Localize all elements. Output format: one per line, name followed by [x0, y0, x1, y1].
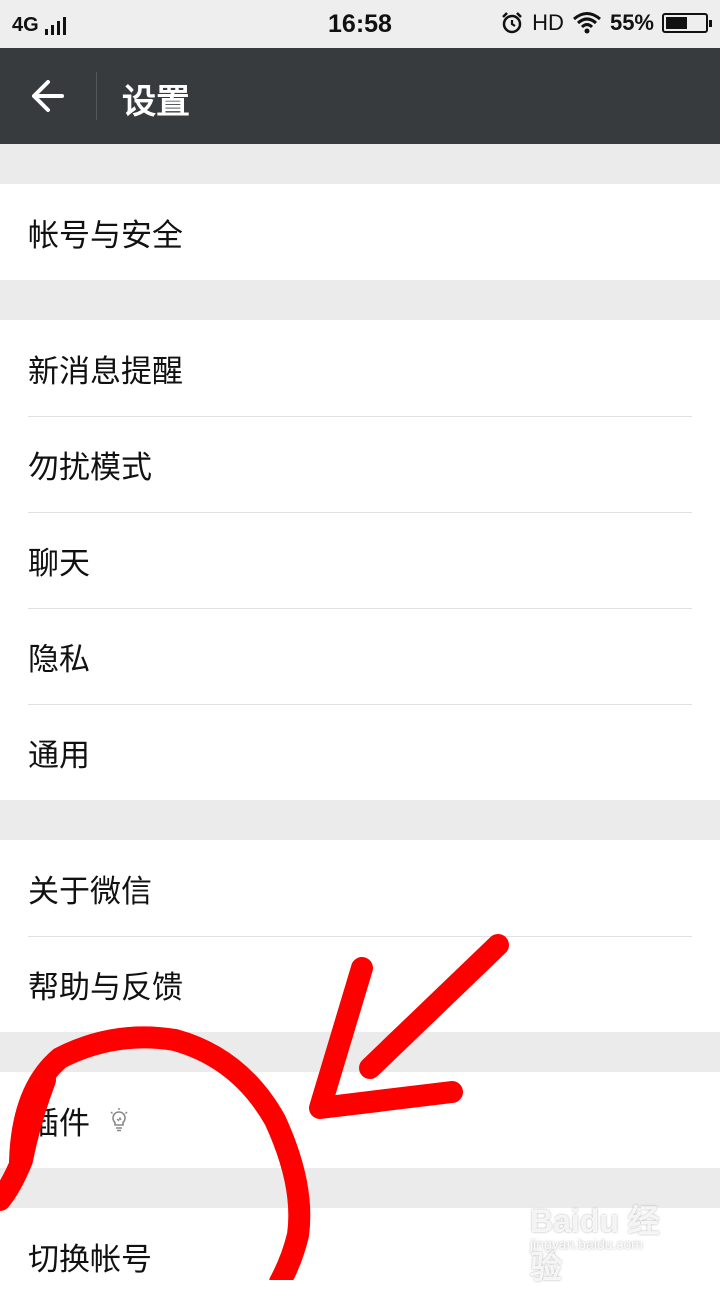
settings-item-label: 隐私 — [28, 641, 90, 678]
wifi-icon — [572, 12, 601, 34]
watermark: Baidu 经验 jingyan.baidu.com — [530, 1196, 680, 1285]
lightbulb-icon — [110, 1108, 128, 1132]
settings-item-label: 切换帐号 — [28, 1241, 152, 1278]
settings-item-account-security[interactable]: 帐号与安全 — [0, 184, 720, 280]
settings-item-label: 插件 — [28, 1105, 90, 1142]
settings-item-general[interactable]: 通用 — [0, 704, 720, 800]
settings-item-label: 聊天 — [28, 545, 90, 582]
status-bar: 4G 16:58 HD 55% — [0, 0, 720, 48]
settings-item-label: 通用 — [28, 737, 90, 774]
arrow-left-icon — [32, 80, 64, 112]
battery-percent: 55% — [609, 10, 654, 35]
settings-item-notifications[interactable]: 新消息提醒 — [0, 320, 720, 416]
battery-icon — [662, 13, 712, 33]
settings-item-label: 新消息提醒 — [28, 353, 183, 390]
settings-group-account: 帐号与安全 — [0, 184, 720, 280]
settings-group-about: 关于微信 帮助与反馈 — [0, 840, 720, 1032]
settings-item-label: 勿扰模式 — [28, 449, 152, 486]
hd-indicator: HD — [532, 10, 564, 35]
settings-item-help-feedback[interactable]: 帮助与反馈 — [0, 936, 720, 1032]
page-title: 设置 — [122, 82, 190, 122]
alarm-icon — [502, 12, 523, 34]
settings-item-label: 关于微信 — [28, 873, 152, 910]
settings-item-label: 帐号与安全 — [28, 217, 183, 254]
settings-item-privacy[interactable]: 隐私 — [0, 608, 720, 704]
settings-item-chat[interactable]: 聊天 — [0, 512, 720, 608]
title-divider — [96, 72, 97, 120]
title-bar: 设置 — [0, 48, 720, 144]
watermark-url: jingyan.baidu.com — [530, 1236, 643, 1252]
settings-item-do-not-disturb[interactable]: 勿扰模式 — [0, 416, 720, 512]
settings-group-general: 新消息提醒 勿扰模式 聊天 隐私 通用 — [0, 320, 720, 800]
settings-item-label: 帮助与反馈 — [28, 969, 183, 1006]
settings-item-about[interactable]: 关于微信 — [0, 840, 720, 936]
back-button[interactable] — [26, 76, 70, 116]
settings-group-plugins: 插件 — [0, 1072, 720, 1168]
settings-item-plugins[interactable]: 插件 — [0, 1072, 720, 1168]
